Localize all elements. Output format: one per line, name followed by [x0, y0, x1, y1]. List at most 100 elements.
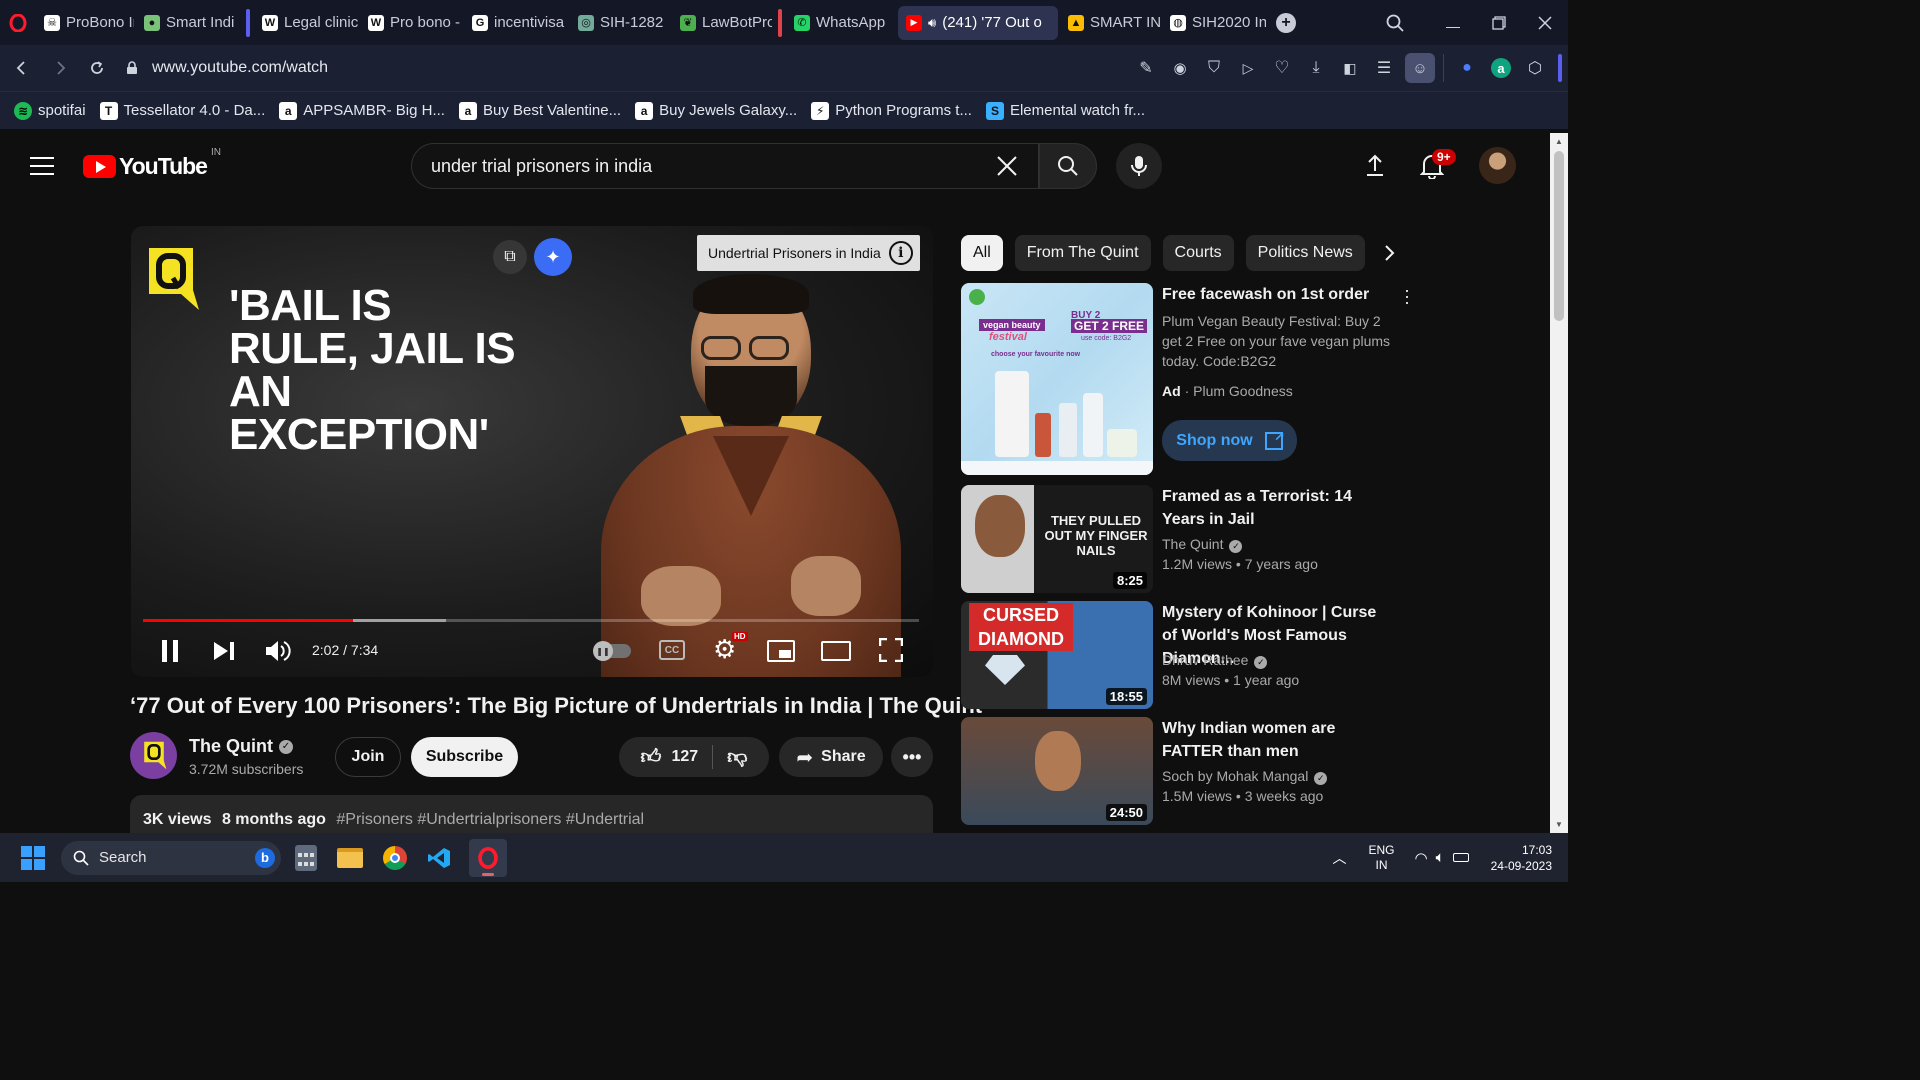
windows-start-icon[interactable] [21, 845, 45, 870]
filter-chip[interactable]: All [961, 235, 1003, 271]
shop-now-button[interactable]: Shop now ↗ [1162, 420, 1297, 461]
browser-tab[interactable]: ▲ SMART IN [1060, 6, 1160, 40]
chrome-icon[interactable] [383, 845, 407, 870]
tab-audio-icon[interactable]: 🔊︎ [928, 15, 936, 31]
filter-chip[interactable]: Courts [1162, 235, 1234, 271]
captions-icon[interactable]: CC [659, 640, 685, 660]
theater-mode-icon[interactable] [821, 641, 851, 661]
search-box[interactable] [411, 143, 1039, 189]
clock-date[interactable]: 24-09-2023 [1491, 858, 1552, 874]
vscode-icon[interactable] [427, 846, 451, 870]
info-card[interactable]: Undertrial Prisoners in India i [697, 235, 920, 271]
url-field[interactable]: www.youtube.com/watch [152, 59, 328, 77]
autoplay-toggle[interactable]: ❚❚ [593, 641, 631, 661]
opera-logo-icon[interactable] [0, 13, 36, 32]
next-video-button[interactable] [213, 641, 235, 666]
pause-button[interactable] [161, 640, 179, 662]
dislike-button[interactable]: 👎︎ [713, 745, 747, 769]
scroll-up-icon[interactable]: ▲ [1555, 137, 1563, 146]
bookmark-item[interactable]: a Buy Best Valentine... [458, 101, 621, 120]
clear-search-icon[interactable] [996, 155, 1018, 182]
extensions-cube-icon[interactable]: ⬡ [1518, 51, 1552, 85]
profile-icon[interactable]: ☺ [1405, 53, 1435, 83]
share-button[interactable]: ➦ Share [779, 737, 883, 777]
related-video-title[interactable]: Why Indian women are FATTER than men [1162, 717, 1394, 763]
back-icon[interactable] [4, 51, 38, 85]
create-upload-icon[interactable] [1364, 153, 1386, 182]
show-hidden-icons-icon[interactable]: ︿ [1332, 848, 1346, 868]
download-icon[interactable]: ⤓ [1299, 51, 1333, 85]
filter-chip[interactable]: Politics News [1245, 235, 1365, 271]
video-thumbnail[interactable]: THEY PULLED OUT MY FINGER NAILS 8:25 [961, 485, 1153, 593]
file-explorer-icon[interactable] [337, 847, 363, 868]
video-thumbnail[interactable]: 24:50 [961, 717, 1153, 825]
opera-taskbar-icon[interactable] [469, 838, 507, 877]
speaker-icon[interactable]: 🔈︎ [1436, 849, 1445, 866]
search-input[interactable] [431, 154, 991, 178]
browser-tab[interactable]: ❦ LawBotPro [672, 6, 772, 40]
browser-tab[interactable]: ☠ ProBono Ir [36, 6, 134, 40]
chips-next-icon[interactable] [1384, 244, 1396, 267]
fullscreen-icon[interactable] [878, 637, 904, 667]
video-player[interactable]: 'BAIL IS RULE, JAIL IS AN EXCEPTION' ⧉ ✦… [131, 226, 933, 677]
chatgpt-ext-icon[interactable]: a [1484, 51, 1518, 85]
forward-icon[interactable] [44, 51, 78, 85]
youtube-logo[interactable]: YouTube IN [83, 147, 221, 180]
ai-sparkle-icon[interactable]: ✦ [534, 238, 572, 276]
ad-thumbnail[interactable]: vegan beauty festival BUY 2 GET 2 FREE u… [961, 283, 1153, 475]
hashtags[interactable]: #Prisoners #Undertrialprisoners #Undertr… [336, 811, 644, 828]
battery-saver-icon[interactable]: ◧ [1333, 51, 1367, 85]
heart-icon[interactable]: ♡ [1265, 51, 1299, 85]
related-video-title[interactable]: Framed as a Terrorist: 14 Years in Jail [1162, 485, 1394, 531]
channel-name[interactable]: The Quint [189, 736, 273, 757]
restore-window-icon[interactable] [1476, 6, 1522, 40]
related-channel-row[interactable]: Dhruv Rathee ✓ [1162, 650, 1268, 670]
reload-icon[interactable] [80, 51, 114, 85]
browser-tab[interactable]: ◎ SIH-1282 [570, 6, 670, 40]
ad-more-icon[interactable]: · · · [1404, 281, 1410, 311]
volume-icon[interactable] [265, 640, 291, 667]
bookmark-item[interactable]: ≋ spotifai [14, 101, 86, 120]
miniplayer-expand-icon[interactable]: ⧉ [493, 240, 527, 274]
channel-avatar[interactable] [130, 732, 177, 779]
page-scrollbar[interactable]: ▲ ▼ [1550, 133, 1568, 833]
browser-tab[interactable]: ✆ WhatsApp [786, 6, 896, 40]
snapshot-edit-icon[interactable]: ✎ [1129, 51, 1163, 85]
like-button[interactable]: 👍︎ 127 [641, 745, 714, 769]
wifi-icon[interactable]: ◠ [1415, 849, 1428, 867]
camera-icon[interactable]: ◉ [1163, 51, 1197, 85]
search-tabs-icon[interactable] [1378, 6, 1412, 40]
join-button[interactable]: Join [335, 737, 401, 777]
search-button[interactable] [1039, 143, 1097, 189]
account-avatar[interactable] [1479, 147, 1516, 184]
video-thumbnail[interactable]: CURSED DIAMOND 18:55 [961, 601, 1153, 709]
bookmark-item[interactable]: a Buy Jewels Galaxy... [635, 101, 797, 120]
close-window-icon[interactable] [1522, 6, 1568, 40]
easy-setup-icon[interactable]: ☰ [1367, 51, 1401, 85]
new-tab-button[interactable]: + [1276, 12, 1296, 33]
bookmark-item[interactable]: T Tessellator 4.0 - Da... [99, 101, 265, 120]
browser-tab[interactable]: ● Smart Indi [136, 6, 240, 40]
browser-tab[interactable]: W Legal clinic [254, 6, 358, 40]
clock-time[interactable]: 17:03 [1522, 842, 1552, 858]
taskbar-search-box[interactable]: Search b [61, 840, 281, 875]
battery-icon[interactable] [1452, 853, 1469, 862]
voice-search-button[interactable] [1116, 143, 1162, 189]
ad-title[interactable]: Free facewash on 1st order [1162, 283, 1394, 306]
aria-mic-icon[interactable]: ● [1450, 51, 1484, 85]
progress-track[interactable] [143, 619, 919, 622]
subscribe-button[interactable]: Subscribe [411, 737, 518, 777]
browser-tab[interactable]: Gincentivisa [464, 6, 568, 40]
browser-tab[interactable]: ▶ 🔊︎ (241) '77 Out o [898, 5, 1058, 40]
scrollbar-thumb[interactable] [1554, 151, 1564, 321]
scroll-down-icon[interactable]: ▼ [1555, 820, 1563, 829]
calculator-icon[interactable] [295, 844, 317, 871]
minimize-window-icon[interactable] [1430, 6, 1476, 40]
more-actions-button[interactable]: ••• [891, 737, 933, 777]
bookmark-item[interactable]: S Elemental watch fr... [985, 101, 1145, 120]
miniplayer-icon[interactable] [767, 640, 795, 662]
language-indicator[interactable]: ENG [1368, 843, 1394, 858]
lock-icon[interactable] [122, 51, 142, 85]
info-icon[interactable]: i [888, 241, 913, 265]
related-channel-row[interactable]: Soch by Mohak Mangal ✓ [1162, 766, 1328, 786]
